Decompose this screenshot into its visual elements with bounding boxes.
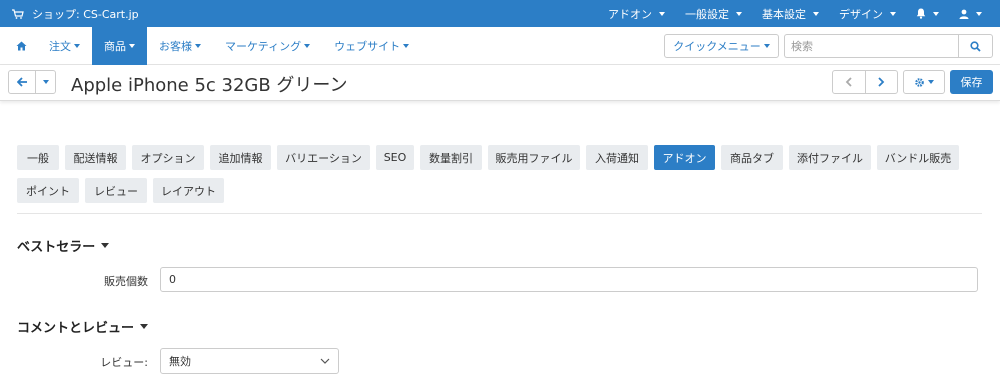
menu-design[interactable]: デザイン [829,0,906,27]
next-product-button[interactable] [866,71,898,93]
nav-orders-label: 注文 [49,40,71,53]
menu-addons-label: アドオン [608,7,652,21]
menu-general-settings[interactable]: 一般設定 [675,0,752,27]
menu-basic-settings-label: 基本設定 [762,7,806,21]
chevron-down-icon [304,44,311,48]
notifications-menu[interactable] [906,0,949,27]
tab-points[interactable]: ポイント [17,178,79,203]
chevron-down-icon [42,80,49,84]
tabs-divider [17,213,982,214]
shop-selector[interactable]: ショップ: CS-Cart.jp [12,0,139,27]
tab-seo[interactable]: SEO [376,145,414,170]
sales-count-label: 販売個数 [104,275,148,288]
back-dropdown-button[interactable] [36,71,55,93]
top-bar: ショップ: CS-Cart.jp アドオン 一般設定 基本設定 デザイン [0,0,1000,27]
product-pager [832,70,898,94]
nav-orders[interactable]: 注文 [37,27,92,65]
nav-marketing[interactable]: マーケティング [213,27,322,65]
sales-count-value: 0 [169,273,176,286]
tab-shipping[interactable]: 配送情報 [65,145,126,170]
chevron-down-icon [101,243,110,248]
title-bar: Apple iPhone 5c 32GB グリーン 保存 [0,65,1000,101]
chevron-down-icon [403,44,410,48]
chevron-down-icon [928,80,934,84]
tab-variations[interactable]: バリエーション [277,145,370,170]
tab-layout[interactable]: レイアウト [153,178,224,203]
home-icon [16,41,27,51]
nav-home[interactable] [0,27,37,65]
review-select-value: 無効 [169,355,191,368]
bell-icon [916,8,926,19]
nav-customers[interactable]: お客様 [147,27,213,65]
menu-addons[interactable]: アドオン [598,0,675,27]
chevron-left-icon [845,77,852,87]
back-button[interactable] [9,71,37,93]
bestseller-section-title: ベストセラー [17,240,96,255]
tab-quantity-discounts[interactable]: 数量割引 [420,145,482,170]
menu-design-label: デザイン [839,7,883,21]
sales-count-field[interactable]: 0 [160,267,978,292]
page-title: Apple iPhone 5c 32GB グリーン [71,75,348,96]
bestseller-section-toggle[interactable]: ベストセラー [17,236,110,255]
tab-extra-info[interactable]: 追加情報 [210,145,271,170]
cart-icon [12,8,24,19]
tab-bundles[interactable]: バンドル販売 [877,145,959,170]
chevron-down-icon [763,44,770,48]
menu-basic-settings[interactable]: 基本設定 [752,0,829,27]
nav-products[interactable]: 商品 [92,27,147,65]
tab-downloadable-files[interactable]: 販売用ファイル [488,145,580,170]
quick-menu-label: クイックメニュー [673,40,761,53]
search-icon [970,40,981,52]
chevron-down-icon [933,11,939,16]
chevron-down-icon [890,11,896,16]
chevron-down-icon [74,44,80,48]
chevron-down-icon [976,11,982,16]
user-menu[interactable] [949,0,992,27]
search-input[interactable] [784,34,958,58]
quick-menu-button[interactable]: クイックメニュー [664,34,779,58]
chevron-down-icon [195,44,201,48]
nav-website[interactable]: ウェブサイト [322,27,421,65]
chevron-down-icon [140,324,149,329]
gear-icon [915,77,924,87]
tab-addons[interactable]: アドオン [654,145,715,170]
chevron-down-icon [736,11,742,16]
comments-section-toggle[interactable]: コメントとレビュー [17,317,149,336]
prev-product-button[interactable] [833,71,866,93]
review-select[interactable]: 無効 [160,348,339,374]
save-button[interactable]: 保存 [950,70,993,94]
tab-reviews[interactable]: レビュー [85,178,147,203]
menu-general-settings-label: 一般設定 [685,7,729,21]
chevron-down-icon [320,358,330,364]
user-icon [959,9,969,19]
settings-button[interactable] [903,70,945,94]
chevron-down-icon [813,11,819,16]
arrow-left-icon [16,77,27,87]
search-button[interactable] [958,34,993,58]
tab-product-tabs[interactable]: 商品タブ [721,145,783,170]
chevron-down-icon [129,44,135,48]
comments-section-title: コメントとレビュー [17,321,135,336]
nav-marketing-label: マーケティング [225,40,302,53]
tab-attachments[interactable]: 添付ファイル [789,145,871,170]
tab-options[interactable]: オプション [132,145,204,170]
tab-general[interactable]: 一般 [17,145,59,170]
back-button-group [8,70,56,94]
review-label: レビュー: [100,356,148,369]
nav-products-label: 商品 [104,40,126,53]
shop-label: ショップ: CS-Cart.jp [32,7,139,21]
main-nav: 注文 商品 お客様 マーケティング ウェブサイト クイックメニュー [0,27,1000,65]
chevron-right-icon [878,77,885,87]
chevron-down-icon [659,11,665,16]
tab-stock-notification[interactable]: 入荷通知 [586,145,648,170]
nav-website-label: ウェブサイト [334,40,401,53]
nav-customers-label: お客様 [159,40,192,53]
